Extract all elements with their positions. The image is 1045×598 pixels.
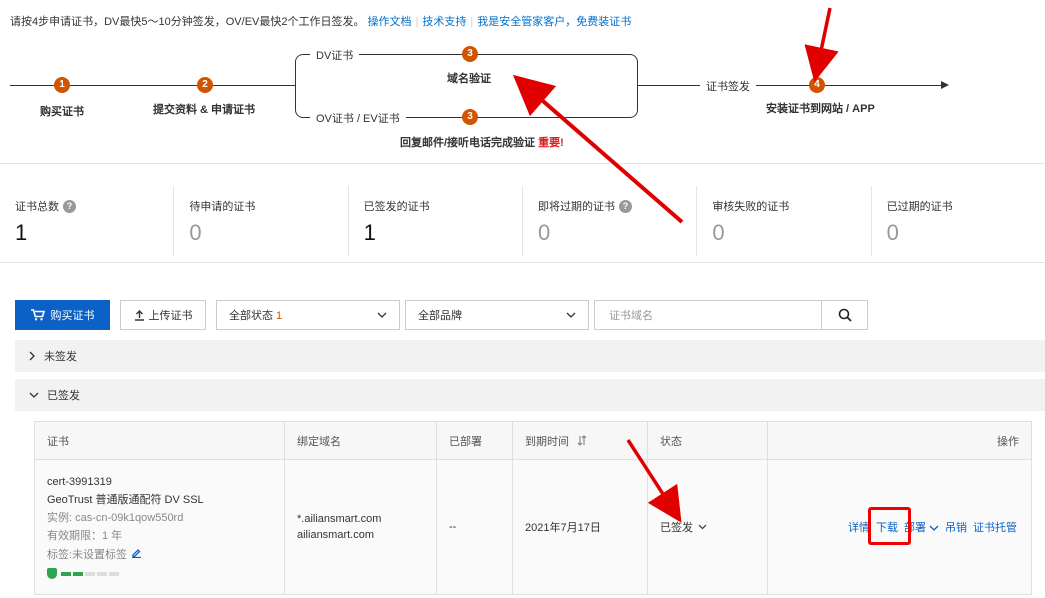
cert-name: GeoTrust 普通版通配符 DV SSL xyxy=(47,494,204,506)
header-domain: 绑定域名 xyxy=(285,422,437,459)
revoke-link[interactable]: 吊销 xyxy=(945,519,967,535)
cart-icon xyxy=(30,309,45,321)
status-select[interactable]: 全部状态 1 xyxy=(216,300,400,330)
step-2-label: 提交资料 & 申请证书 xyxy=(153,104,256,116)
cert-instance: 实例: cas-cn-09k1qow550rd xyxy=(47,512,184,524)
stat-failed[interactable]: 审核失败的证书 0 xyxy=(696,186,870,256)
step-3a-label: 域名验证 xyxy=(447,73,491,85)
group-unsigned[interactable]: 未签发 xyxy=(15,340,1045,372)
stat-expired[interactable]: 已过期的证书 0 xyxy=(870,186,1045,256)
stat-pending-value: 0 xyxy=(189,220,202,245)
search-icon xyxy=(838,308,852,322)
step-4-label: 安装证书到网站 / APP xyxy=(766,103,875,115)
step-2-number: 2 xyxy=(197,77,213,93)
header-deployed: 已部署 xyxy=(437,422,513,459)
upload-icon xyxy=(134,309,144,321)
stat-pending[interactable]: 待申请的证书 0 xyxy=(173,186,347,256)
step-3b-label: 回复邮件/接听电话完成验证 重要! xyxy=(400,137,564,149)
sort-icon[interactable] xyxy=(577,435,587,446)
cert-id: cert-3991319 xyxy=(47,476,112,488)
help-icon[interactable]: ? xyxy=(618,199,632,213)
cert-validity: 有效期限：1 年 xyxy=(47,530,123,542)
chevron-down-icon xyxy=(698,524,707,530)
support-link[interactable]: 技术支持 xyxy=(422,16,466,28)
step-3b-number: 3 xyxy=(462,109,478,125)
step-1-label: 购买证书 xyxy=(40,106,84,118)
chevron-down-icon xyxy=(29,392,39,398)
stat-expiring-value: 0 xyxy=(537,220,551,245)
header-expire[interactable]: 到期时间 xyxy=(513,422,648,459)
header-status: 状态 xyxy=(648,422,768,459)
detail-link[interactable]: 详情 xyxy=(848,519,870,535)
brand-select[interactable]: 全部品牌 xyxy=(405,300,589,330)
stats-row: 证书总数? 1 待申请的证书 0 已签发的证书 1 即将过期的证书? 0 审核失… xyxy=(0,186,1045,256)
cert-tag: 标签:未设置标签 xyxy=(47,547,204,562)
domain-2: ailiansmart.com xyxy=(297,529,375,541)
domain-1: *.ailiansmart.com xyxy=(297,513,382,525)
toolbar: 购买证书 上传证书 全部状态 1 全部品牌 证书域名 xyxy=(15,300,868,330)
issue-tag: 证书签发 xyxy=(700,78,756,94)
deployed-value: -- xyxy=(437,460,513,594)
step-1-number: 1 xyxy=(54,77,70,93)
step-4-number: 4 xyxy=(809,77,825,93)
stat-total[interactable]: 证书总数? 1 xyxy=(0,186,173,256)
header-cert: 证书 xyxy=(35,422,285,459)
status-dropdown[interactable]: 已签发 xyxy=(648,460,768,594)
download-highlight-box xyxy=(868,507,911,545)
ovev-branch-tag: OV证书 / EV证书 xyxy=(310,110,406,126)
important-note: 重要! xyxy=(538,137,564,149)
shield-icon xyxy=(47,568,57,579)
edit-icon[interactable] xyxy=(131,547,142,559)
intro-text: 请按4步申请证书，DV最快5～10分钟签发，OV/EV最快2个工作日签发。 xyxy=(10,16,365,28)
help-icon[interactable]: ? xyxy=(63,199,76,213)
chevron-down-icon xyxy=(929,525,939,531)
chevron-right-icon xyxy=(29,351,35,361)
intro-line: 请按4步申请证书，DV最快5～10分钟签发，OV/EV最快2个工作日签发。 操作… xyxy=(10,16,632,28)
process-flow: 1 购买证书 2 提交资料 & 申请证书 DV证书 3 域名验证 OV证书 / … xyxy=(0,40,1045,160)
chevron-down-icon xyxy=(377,312,387,318)
search-button[interactable] xyxy=(822,300,868,330)
expire-value: 2021年7月17日 xyxy=(513,460,648,594)
header-ops: 操作 xyxy=(997,435,1019,448)
stat-issued-value: 1 xyxy=(363,220,376,245)
step-3a-number: 3 xyxy=(462,46,478,62)
upload-cert-button[interactable]: 上传证书 xyxy=(120,300,206,330)
chevron-down-icon xyxy=(566,312,576,318)
stat-issued[interactable]: 已签发的证书 1 xyxy=(347,186,522,256)
branch-box xyxy=(295,54,638,118)
trust-link[interactable]: 证书托管 xyxy=(973,519,1017,535)
strength-indicator xyxy=(47,568,204,579)
group-signed[interactable]: 已签发 xyxy=(15,379,1045,411)
stat-failed-value: 0 xyxy=(712,220,725,245)
docs-link[interactable]: 操作文档 xyxy=(368,16,412,28)
stat-expired-value: 0 xyxy=(886,220,899,245)
buy-cert-button[interactable]: 购买证书 xyxy=(15,300,110,330)
search-input[interactable]: 证书域名 xyxy=(594,300,822,330)
stat-total-value: 1 xyxy=(15,220,28,245)
dv-branch-tag: DV证书 xyxy=(310,47,360,63)
free-install-link[interactable]: 我是安全管家客户，免费装证书 xyxy=(477,16,631,28)
stat-expiring[interactable]: 即将过期的证书? 0 xyxy=(521,186,696,256)
table-header: 证书 绑定域名 已部署 到期时间 状态 操作 xyxy=(35,422,1031,460)
